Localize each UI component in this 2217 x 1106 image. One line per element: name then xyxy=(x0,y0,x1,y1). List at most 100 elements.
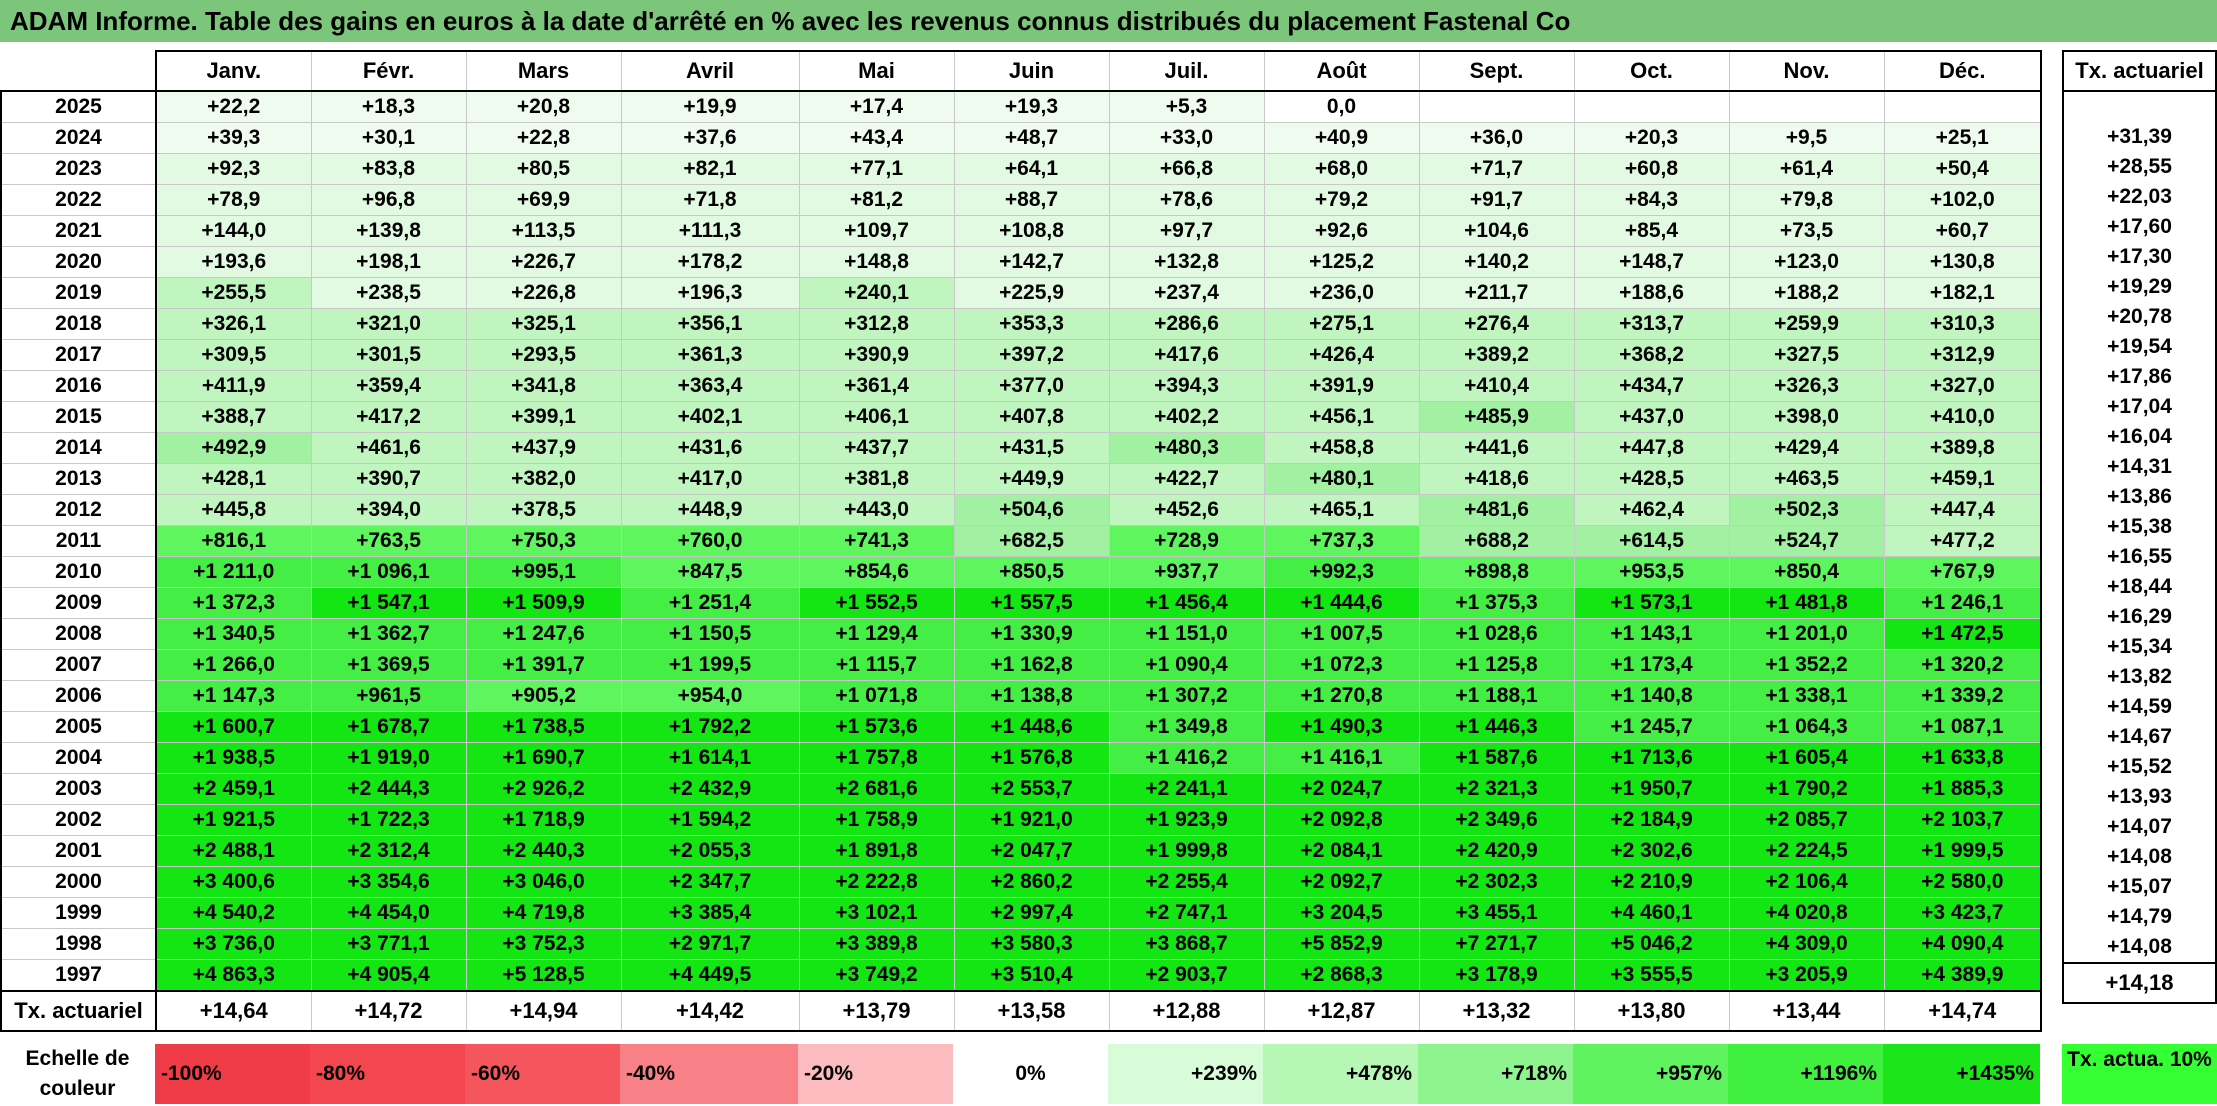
gain-cell: +443,0 xyxy=(798,494,955,526)
gain-cell: +1 125,8 xyxy=(1418,649,1575,681)
gain-cell: +394,0 xyxy=(310,494,467,526)
gain-cell: +96,8 xyxy=(310,184,467,216)
year-row: 2000 +3 400,6 +3 354,6 +3 046,0 +2 347,7 +2 2… xyxy=(0,866,2042,898)
gain-cell: +50,4 xyxy=(1883,153,2042,185)
tx-actuariel-value xyxy=(2062,91,2217,122)
gain-cell: +4 020,8 xyxy=(1728,897,1885,929)
gain-cell: +18,3 xyxy=(310,90,467,123)
gain-cell: +410,0 xyxy=(1883,401,2042,433)
gain-cell: +728,9 xyxy=(1108,525,1265,557)
gain-cell: +1 999,5 xyxy=(1883,835,2042,867)
year-label: 2001 xyxy=(0,835,157,867)
gain-cell: +394,3 xyxy=(1108,370,1265,402)
header-corner xyxy=(1,51,156,92)
tx-actuariel-value: +16,04 xyxy=(2062,422,2217,452)
year-row: 2006 +1 147,3 +961,5 +905,2 +954,0 +1 071,8 +1… xyxy=(0,680,2042,712)
year-row: 2008 +1 340,5 +1 362,7 +1 247,6 +1 150,5 +1 1… xyxy=(0,618,2042,650)
gain-cell: +402,2 xyxy=(1108,401,1265,433)
tx-actuariel-value: +17,04 xyxy=(2062,392,2217,422)
report-title: ADAM Informe. Table des gains en euros à… xyxy=(0,0,2217,42)
gain-cell: +140,2 xyxy=(1418,246,1575,278)
tx-actuariel-value: +13,86 xyxy=(2062,482,2217,512)
gain-cell: +2 312,4 xyxy=(310,835,467,867)
year-label: 2013 xyxy=(0,463,157,495)
gain-cell: +1 096,1 xyxy=(310,556,467,588)
gain-cell: +1 718,9 xyxy=(465,804,622,836)
gain-cell: +5 852,9 xyxy=(1263,928,1420,960)
gain-cell: +4 389,9 xyxy=(1883,959,2042,992)
year-row: 1997 +4 863,3 +4 905,4 +5 128,5 +4 449,5 +3 7… xyxy=(0,959,2042,992)
gain-cell: +407,8 xyxy=(953,401,1110,433)
gain-cell: +111,3 xyxy=(620,215,800,247)
tx-actuariel-value: +13,82 xyxy=(2062,662,2217,692)
footer-month-tx: +14,94 xyxy=(465,990,622,1032)
gain-cell: +69,9 xyxy=(465,184,622,216)
gain-cell: +196,3 xyxy=(620,277,800,309)
gain-cell: +3 354,6 xyxy=(310,866,467,898)
gain-cell: +240,1 xyxy=(798,277,955,309)
gain-cell: +1 246,1 xyxy=(1883,587,2042,619)
year-row: 2024 +39,3 +30,1 +22,8 +37,6 +43,4 +48,7 +33,0 +… xyxy=(0,122,2042,154)
footer-month-tx: +14,74 xyxy=(1883,990,2042,1032)
gain-cell: +481,6 xyxy=(1418,494,1575,526)
year-row: 1998 +3 736,0 +3 771,1 +3 752,3 +2 971,7 +3 3… xyxy=(0,928,2042,960)
year-row: 2001 +2 488,1 +2 312,4 +2 440,3 +2 055,3 +1 8… xyxy=(0,835,2042,867)
gain-cell: +2 347,7 xyxy=(620,866,800,898)
gain-cell: +327,5 xyxy=(1728,339,1885,371)
gain-cell: +1 921,0 xyxy=(953,804,1110,836)
gain-cell: +992,3 xyxy=(1263,556,1420,588)
gain-cell: +84,3 xyxy=(1573,184,1730,216)
year-label: 2005 xyxy=(0,711,157,743)
gain-cell: +4 090,4 xyxy=(1883,928,2042,960)
gain-cell: +3 400,6 xyxy=(155,866,312,898)
gain-cell: +1 557,5 xyxy=(953,587,1110,619)
gain-cell: +2 047,7 xyxy=(953,835,1110,867)
gain-cell: +286,6 xyxy=(1108,308,1265,340)
gain-cell: +2 440,3 xyxy=(465,835,622,867)
gain-cell: +85,4 xyxy=(1573,215,1730,247)
tx-actuariel-value: +13,93 xyxy=(2062,782,2217,812)
gain-cell: +953,5 xyxy=(1573,556,1730,588)
gain-cell: +388,7 xyxy=(155,401,312,433)
gain-cell: +2 926,2 xyxy=(465,773,622,805)
year-row: 2003 +2 459,1 +2 444,3 +2 926,2 +2 432,9 +2 6… xyxy=(0,773,2042,805)
gain-cell: +463,5 xyxy=(1728,463,1885,495)
year-label: 2008 xyxy=(0,618,157,650)
gain-cell: +60,8 xyxy=(1573,153,1730,185)
gain-cell: +123,0 xyxy=(1728,246,1885,278)
tx-actuariel-value: +14,08 xyxy=(2062,932,2217,963)
year-label: 2006 xyxy=(0,680,157,712)
gain-cell: +1 138,8 xyxy=(953,680,1110,712)
gain-cell: +83,8 xyxy=(310,153,467,185)
color-scale-label: Echelle de couleur xyxy=(25,1047,130,1100)
gain-cell: +850,5 xyxy=(953,556,1110,588)
gain-cell: +402,1 xyxy=(620,401,800,433)
tx-actuariel-value: +14,79 xyxy=(2062,902,2217,932)
year-row: 2005 +1 600,7 +1 678,7 +1 738,5 +1 792,2 +1 5… xyxy=(0,711,2042,743)
year-label: 2014 xyxy=(0,432,157,464)
gain-cell: +313,7 xyxy=(1573,308,1730,340)
gain-cell: +43,4 xyxy=(798,122,955,154)
year-row: 2002 +1 921,5 +1 722,3 +1 718,9 +1 594,2 +1 7… xyxy=(0,804,2042,836)
gain-cell: +211,7 xyxy=(1418,277,1575,309)
footer-month-tx: +14,42 xyxy=(620,990,800,1032)
gain-cell: +1 594,2 xyxy=(620,804,800,836)
gain-cell: +2 321,3 xyxy=(1418,773,1575,805)
gain-cell: +1 790,2 xyxy=(1728,773,1885,805)
gain-cell: +3 423,7 xyxy=(1883,897,2042,929)
gain-cell: +1 064,3 xyxy=(1728,711,1885,743)
year-row: 1999 +4 540,2 +4 454,0 +4 719,8 +3 385,4 +3 1… xyxy=(0,897,2042,929)
gain-cell: +2 488,1 xyxy=(155,835,312,867)
gain-cell: +71,8 xyxy=(620,184,800,216)
gain-cell: +77,1 xyxy=(798,153,955,185)
year-row: 2025 +22,2 +18,3 +20,8 +19,9 +17,4 +19,3 +5,3 0,… xyxy=(0,90,2042,123)
gain-cell: +429,4 xyxy=(1728,432,1885,464)
gain-cell: +1 072,3 xyxy=(1263,649,1420,681)
gain-cell: +1 150,5 xyxy=(620,618,800,650)
tx-actuariel-value: +14,08 xyxy=(2062,842,2217,872)
gain-cell: +1 147,3 xyxy=(155,680,312,712)
year-row: 2015 +388,7 +417,2 +399,1 +402,1 +406,1 +407,8… xyxy=(0,401,2042,433)
year-row: 2021 +144,0 +139,8 +113,5 +111,3 +109,7 +108,8… xyxy=(0,215,2042,247)
gain-cell: +428,5 xyxy=(1573,463,1730,495)
footer-month-tx: +13,44 xyxy=(1728,990,1885,1032)
